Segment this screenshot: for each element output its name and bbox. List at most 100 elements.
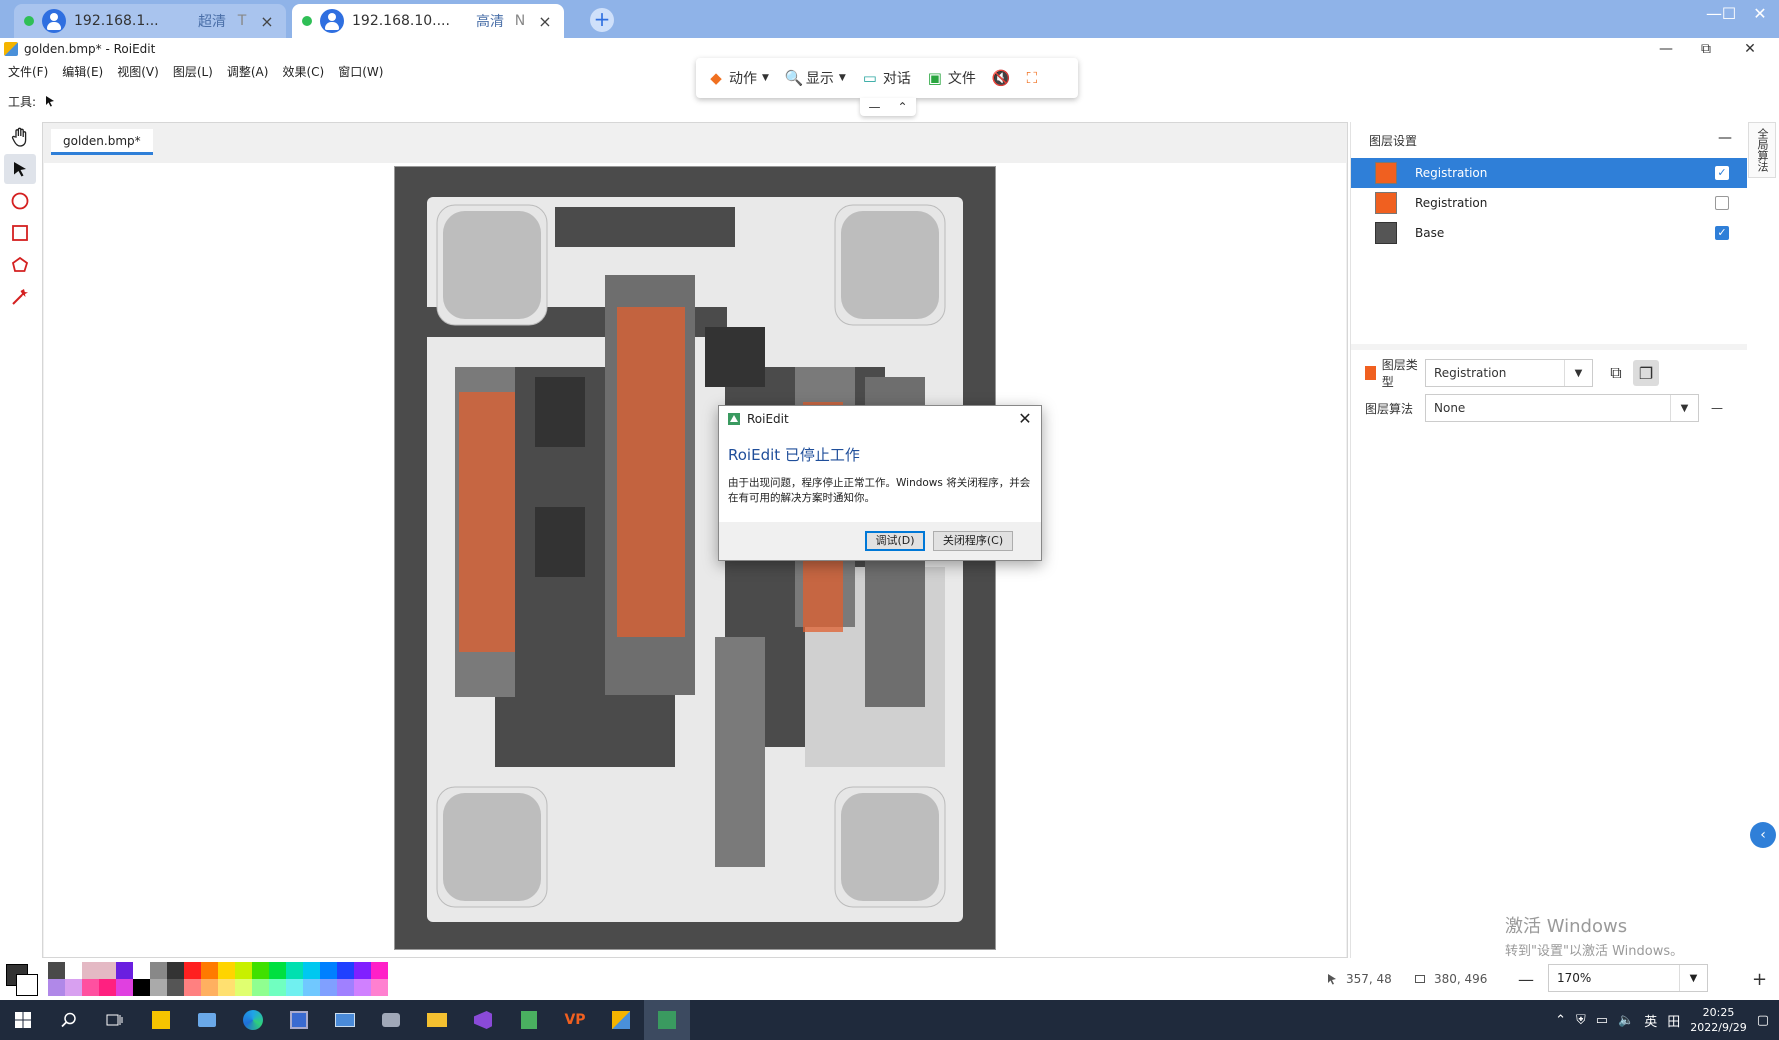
close-program-button[interactable]: 关闭程序(C) [933,531,1013,551]
task-view-icon[interactable] [92,1000,138,1040]
debug-button[interactable]: 调试(D) [865,531,925,551]
duplicate-layer-icon[interactable]: ❐ [1633,360,1659,386]
color-swatch[interactable] [116,979,133,996]
ime-mode-icon[interactable]: 田 [1667,1011,1680,1030]
menu-view[interactable]: 视图(V) [117,63,159,80]
dialog-close-icon[interactable]: ✕ [1015,409,1035,429]
color-swatch[interactable] [82,979,99,996]
color-swatch[interactable] [133,979,150,996]
color-swatch[interactable] [184,979,201,996]
menu-file[interactable]: 文件(F) [8,63,48,80]
background-color[interactable] [16,974,38,996]
color-swatch[interactable] [303,979,320,996]
fg-bg-color-picker[interactable] [2,960,42,998]
package-icon[interactable] [598,1000,644,1040]
color-swatch[interactable] [252,979,269,996]
color-swatch[interactable] [133,962,150,979]
color-swatch[interactable] [48,979,65,996]
color-swatch[interactable] [269,962,286,979]
color-swatch[interactable] [269,979,286,996]
polygon-tool[interactable] [4,250,36,280]
file-transfer-button[interactable]: ▣ 文件 [927,68,976,88]
color-swatch[interactable] [201,962,218,979]
visual-studio-icon[interactable] [460,1000,506,1040]
menu-adjust[interactable]: 调整(A) [227,63,269,80]
color-swatch[interactable] [235,979,252,996]
color-swatch[interactable] [354,979,371,996]
action-menu-button[interactable]: ◆ 动作 ▼ [708,68,769,88]
color-swatch[interactable] [320,979,337,996]
color-swatch[interactable] [150,979,167,996]
expand-side-panel-icon[interactable]: ‹ [1750,822,1776,848]
camera-icon[interactable] [368,1000,414,1040]
color-swatch[interactable] [320,962,337,979]
color-swatch[interactable] [235,962,252,979]
color-swatch[interactable] [286,979,303,996]
minimize-bar-button[interactable]: — [868,100,880,114]
vp-icon[interactable]: VP [552,1000,598,1040]
zoom-in-button[interactable]: + [1752,968,1767,990]
algorithm-remove-button[interactable]: — [1711,401,1723,415]
color-swatch[interactable] [65,979,82,996]
color-swatch[interactable] [65,962,82,979]
document-tab[interactable]: golden.bmp* [51,129,153,155]
color-swatch[interactable] [371,979,388,996]
mute-icon[interactable]: 🔇 [992,70,1011,86]
volume-icon[interactable]: 🔈 [1618,1013,1634,1028]
security-shield-icon[interactable]: ⛨ [1576,1013,1586,1028]
remote-tab-2[interactable]: 192.168.10.... 高清 N × [292,4,564,38]
roiedit-icon[interactable] [644,1000,690,1040]
close-tab-icon[interactable]: × [536,12,554,31]
color-swatch[interactable] [218,962,235,979]
sticky-notes-icon[interactable] [138,1000,184,1040]
remote-tab-1[interactable]: 192.168.1... 超清 T × [14,4,286,38]
layer-color-swatch[interactable] [1375,192,1397,214]
chevron-up-icon[interactable]: ⌃ [1555,1013,1566,1028]
color-swatch[interactable] [82,962,99,979]
select-tool[interactable] [4,154,36,184]
remote-app-icon[interactable] [276,1000,322,1040]
color-swatch[interactable] [184,962,201,979]
color-swatch[interactable] [167,962,184,979]
chat-button[interactable]: ▭ 对话 [862,68,911,88]
menu-edit[interactable]: 编辑(E) [62,63,103,80]
global-algorithm-side-tab[interactable]: 全局算法 [1748,122,1776,178]
rectangle-tool[interactable] [4,218,36,248]
system-clock[interactable]: 20:25 2022/9/29 [1690,1005,1746,1035]
app-close-button[interactable]: ✕ [1730,38,1770,60]
layer-color-swatch[interactable] [1375,162,1397,184]
hand-tool[interactable] [4,122,36,152]
layer-type-select[interactable]: Registration ▼ [1425,359,1593,387]
layer-row-registration-2[interactable]: Registration [1351,188,1747,218]
color-swatch[interactable] [48,962,65,979]
color-swatch[interactable] [252,962,269,979]
layer-row-registration-1[interactable]: Registration ✓ [1351,158,1747,188]
menu-layer[interactable]: 图层(L) [173,63,213,80]
ime-language[interactable]: 英 [1644,1011,1657,1030]
color-swatch[interactable] [303,962,320,979]
ellipse-tool[interactable] [4,186,36,216]
app-icon[interactable] [184,1000,230,1040]
display-menu-button[interactable]: 🔍 显示 ▼ [785,68,846,88]
notepad-icon[interactable] [506,1000,552,1040]
color-swatch[interactable] [354,962,371,979]
color-swatch[interactable] [99,979,116,996]
collapse-bar-button[interactable]: ⌃ [897,100,907,114]
color-swatch[interactable] [286,962,303,979]
menu-window[interactable]: 窗口(W) [338,63,383,80]
new-tab-button[interactable]: + [590,8,614,32]
color-swatch[interactable] [337,979,354,996]
app-minimize-button[interactable]: — [1646,38,1686,60]
color-swatch[interactable] [150,962,167,979]
copy-layer-icon[interactable]: ⧉ [1603,360,1629,386]
panel-collapse-button[interactable]: — [1718,130,1732,146]
magic-wand-tool[interactable] [4,282,36,312]
layer-algorithm-select[interactable]: None ▼ [1425,394,1699,422]
layer-row-base[interactable]: Base ✓ [1351,218,1747,248]
fullscreen-icon[interactable]: ⛶ [1024,70,1040,86]
app-restore-button[interactable]: ⧉ [1686,38,1726,60]
color-swatch[interactable] [116,962,133,979]
menu-effects[interactable]: 效果(C) [282,63,324,80]
network-icon[interactable]: ▭ [1596,1013,1608,1028]
color-swatch[interactable] [201,979,218,996]
